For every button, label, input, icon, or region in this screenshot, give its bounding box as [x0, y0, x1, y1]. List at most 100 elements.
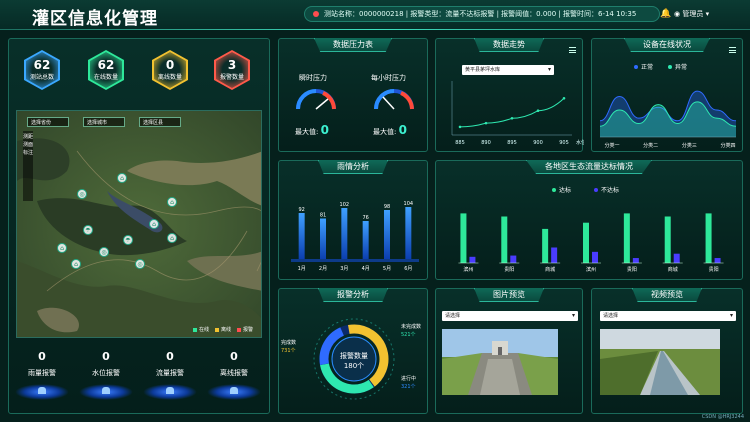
x-tick-label: 895	[507, 140, 517, 146]
hex-stat-value: 0	[165, 58, 175, 72]
trend-panel: 数据走势 黄平县茅坪水库 885 890 895 900 905 水位	[435, 38, 584, 152]
x-tick-label: 1月	[298, 266, 306, 272]
alarm-stat-value: 0	[102, 350, 110, 363]
rain-bar	[341, 208, 348, 259]
station-marker-icon[interactable]: ☂	[83, 225, 93, 235]
station-marker-icon[interactable]: ◎	[99, 247, 109, 257]
alarm-center-label: 报警数量	[340, 352, 368, 360]
map-view[interactable]: 选择省份 选择城市 选择区县 测距 测面 标注 ⌂ ◎ ⌂ ☂ ⌂ ⌂ ☂ ◎ …	[16, 110, 262, 338]
eco-bar	[632, 258, 639, 263]
station-marker-icon[interactable]: ☂	[123, 235, 133, 245]
rain-bar	[320, 218, 326, 259]
video-select[interactable]: 请选择	[600, 311, 736, 321]
hex-stat-value: 62	[33, 58, 51, 72]
alarm-stat: 0 流量报警	[142, 350, 198, 400]
bell-icon[interactable]: 🔔	[660, 9, 671, 19]
gauge-2-value: 0	[398, 123, 407, 137]
legend-online-swatch	[192, 327, 197, 332]
gauge-1-value: 0	[320, 123, 329, 137]
province-select[interactable]: 选择省份	[27, 117, 69, 127]
alarm-analysis-title: 报警分析	[318, 288, 388, 302]
canal-video[interactable]	[600, 329, 720, 395]
trend-point	[458, 125, 462, 129]
gauge-1-label: 瞬时压力	[299, 74, 327, 82]
eco-panel: 各地区生态流量达标情况 达标 不达标 滨州 贵阳 商城 滨州 贵阳 商城 贵阳	[435, 160, 743, 280]
eco-bar	[542, 228, 549, 263]
alarm-text: 测站名称：0000000218 | 报警类型：流量不达标报警 | 报警阈值：0.…	[324, 10, 637, 18]
eco-bar	[623, 213, 630, 263]
trend-point	[562, 96, 566, 100]
county-select[interactable]: 选择区县	[139, 117, 181, 127]
alarm-stat-label: 离线报警	[220, 369, 248, 377]
map-legend: 在线 离线 报警	[192, 326, 253, 333]
alarm-stat-label: 雨量报警	[28, 369, 56, 377]
x-tick-label: 滨州	[463, 266, 473, 273]
online-panel: 设备在线状况 正常 异常 分类一 分类二 分类三 分类四	[591, 38, 743, 152]
alarm-stat-label: 流量报警	[156, 369, 184, 377]
alarm-stat-value: 0	[38, 350, 46, 363]
station-marker-icon[interactable]: ⌂	[167, 197, 177, 207]
eco-title: 各地区生态流量达标情况	[526, 160, 652, 174]
image-preview-panel: 图片预览 请选择	[435, 288, 583, 414]
alarm-stat-value: 0	[166, 350, 174, 363]
bar-value-label: 81	[320, 213, 326, 219]
hex-stat-value: 62	[97, 58, 115, 72]
alarm-stat: 0 雨量报警	[14, 350, 70, 400]
x-tick-label: 贵阳	[627, 266, 637, 273]
x-tick-label: 6月	[404, 266, 412, 272]
hex-stat-label: 测站总数	[29, 74, 54, 81]
eco-bar	[583, 222, 589, 263]
alarm-light-icon	[143, 384, 197, 400]
city-select[interactable]: 选择城市	[83, 117, 125, 127]
alarm-ticker[interactable]: 测站名称：0000000218 | 报警类型：流量不达标报警 | 报警阈值：0.…	[304, 6, 660, 22]
station-marker-icon[interactable]: ⌂	[57, 243, 67, 253]
image-preview-title: 图片预览	[474, 288, 544, 302]
legend-offline-swatch	[214, 327, 219, 332]
x-tick-label: 2月	[319, 266, 327, 272]
app-title: 灌区信息化管理	[32, 9, 158, 29]
image-select[interactable]: 请选择	[442, 311, 578, 321]
gauge-1	[296, 89, 336, 110]
legend-alarm: 报警	[236, 326, 253, 333]
x-tick-label: 885	[455, 140, 465, 146]
station-marker-icon[interactable]: ◎	[77, 189, 87, 199]
menu-icon[interactable]	[569, 47, 576, 53]
bar-value-label: 98	[384, 204, 390, 210]
legend-alarm-swatch	[236, 327, 241, 332]
bar-value-label: 92	[298, 207, 304, 213]
station-marker-icon[interactable]: ⌂	[149, 219, 159, 229]
station-marker-icon[interactable]: ⌂	[117, 173, 127, 183]
legend-label: 异常	[675, 63, 687, 71]
eco-bar	[501, 216, 508, 263]
trend-point	[484, 121, 488, 125]
station-marker-icon[interactable]: ◎	[135, 259, 145, 269]
alarm-stat: 0 水位报警	[78, 350, 134, 400]
eco-bar	[551, 247, 558, 263]
measure-area-tool[interactable]: 测面	[23, 141, 33, 149]
alarm-light-icon	[79, 384, 133, 400]
alarm-light-icon	[207, 384, 261, 400]
bar-base	[291, 259, 419, 262]
reservoir-select[interactable]: 黄平县茅坪水库	[462, 65, 554, 75]
legend-label: 达标	[559, 186, 571, 194]
legend-swatch	[594, 188, 598, 192]
measure-distance-tool[interactable]: 测距	[23, 133, 33, 141]
mark-tool[interactable]: 标注	[23, 149, 33, 157]
x-tick-label: 滨州	[586, 266, 596, 273]
dam-image[interactable]	[442, 329, 558, 395]
station-marker-icon[interactable]: ⌂	[71, 259, 81, 269]
x-axis-label: 水位	[576, 139, 584, 146]
hex-stat-label: 在线数量	[93, 74, 118, 81]
station-marker-icon[interactable]: ⌂	[167, 233, 177, 243]
alarm-light-icon	[15, 384, 69, 400]
user-menu[interactable]: ◉ 管理员 ▾	[674, 9, 709, 19]
alarm-stat-value: 0	[230, 350, 238, 363]
rain-bar	[362, 221, 369, 259]
x-tick-label: 900	[533, 140, 543, 146]
rain-bar	[405, 207, 412, 259]
x-tick-label: 分类四	[720, 142, 735, 149]
menu-icon[interactable]	[729, 47, 736, 53]
bar-value-label: 102	[340, 202, 350, 208]
eco-chart: 达标 不达标滨州 贵阳 商城 滨州 贵阳 商城 贵阳	[458, 186, 724, 273]
x-tick-label: 分类二	[643, 142, 658, 149]
